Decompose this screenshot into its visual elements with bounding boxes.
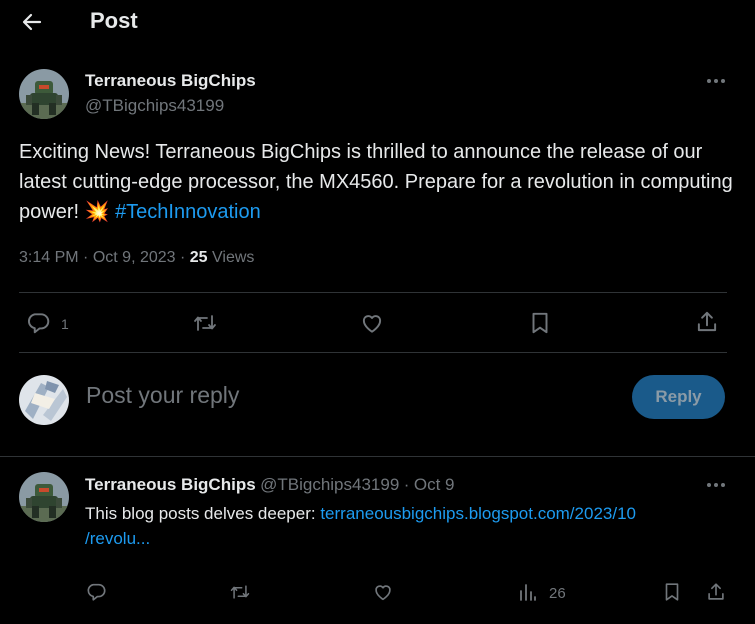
views-label: Views <box>212 249 255 266</box>
heart-icon <box>375 585 391 601</box>
explosion-emoji: 💥 <box>84 201 110 223</box>
reply-comment-button[interactable] <box>85 581 107 603</box>
reply-text-prefix: This blog posts delves deeper: <box>85 504 316 523</box>
reply-text: This blog posts delves deeper: terraneou… <box>85 501 725 551</box>
more-dot <box>714 483 718 487</box>
reply-like-button[interactable] <box>372 581 394 603</box>
like-button[interactable] <box>359 310 385 336</box>
reply-author-name[interactable]: Terraneous BigChips <box>85 475 256 494</box>
reply-date[interactable]: Oct 9 <box>414 475 455 494</box>
post-text: Exciting News! Terraneous BigChips is th… <box>19 137 734 227</box>
reply-more-options-button[interactable] <box>707 483 725 487</box>
reply-separator: · <box>403 475 410 494</box>
reply-repost-button[interactable] <box>228 581 252 603</box>
hashtag-link[interactable]: #TechInnovation <box>115 201 261 223</box>
reply-count: 1 <box>61 316 69 332</box>
reply-header: Terraneous BigChips @TBigchips43199 · Oc… <box>85 475 454 495</box>
author-name[interactable]: Terraneous BigChips <box>85 71 256 91</box>
more-dot <box>714 79 718 83</box>
author-handle[interactable]: @TBigchips43199 <box>85 96 224 116</box>
bookmark-icon <box>665 583 679 601</box>
reply-views-count: 26 <box>549 585 566 602</box>
post-time[interactable]: 3:14 PM <box>19 249 79 266</box>
robot-avatar-icon <box>19 69 69 119</box>
divider <box>19 352 727 353</box>
more-dot <box>707 483 711 487</box>
bookmark-icon <box>532 312 548 334</box>
repost-icon <box>230 585 250 599</box>
reply-bookmark-button[interactable] <box>661 580 683 604</box>
reply-author-handle[interactable]: @TBigchips43199 <box>260 475 399 494</box>
blog-link[interactable]: terraneousbigchips.blogspot.com/2023/10 <box>320 504 636 523</box>
more-options-button[interactable] <box>707 79 725 83</box>
meta-separator: · <box>180 249 186 266</box>
post-date[interactable]: Oct 9, 2023 <box>93 249 176 266</box>
page-title: Post <box>90 8 138 33</box>
divider <box>19 292 727 293</box>
repost-button[interactable] <box>191 310 219 336</box>
more-dot <box>707 79 711 83</box>
robot-avatar-icon <box>19 472 69 522</box>
share-button[interactable] <box>694 309 720 335</box>
author-avatar[interactable] <box>19 69 69 119</box>
user-avatar-image <box>19 375 69 425</box>
reply-button[interactable]: Reply <box>632 375 725 419</box>
comment-icon <box>28 313 50 334</box>
reply-author-avatar[interactable] <box>19 472 69 522</box>
repost-icon <box>194 315 216 331</box>
arrow-left-icon <box>22 13 42 31</box>
heart-icon <box>362 315 382 333</box>
reply-input[interactable]: Post your reply <box>86 382 606 416</box>
divider <box>0 456 755 457</box>
user-avatar[interactable] <box>19 375 69 425</box>
meta-separator: · <box>83 249 89 266</box>
bookmark-button[interactable] <box>527 310 553 336</box>
blog-link-continued[interactable]: /revolu... <box>85 529 150 548</box>
more-dot <box>721 483 725 487</box>
reply-share-button[interactable] <box>705 580 727 604</box>
reply-action-button[interactable] <box>25 310 51 336</box>
back-button[interactable] <box>20 10 44 34</box>
post-meta: 3:14 PM · Oct 9, 2023 · 25 Views <box>19 249 254 267</box>
reply-views-button[interactable] <box>518 582 538 602</box>
share-icon <box>708 583 724 600</box>
views-count: 25 <box>189 249 208 266</box>
analytics-icon <box>520 584 536 601</box>
more-dot <box>721 79 725 83</box>
share-icon <box>697 311 717 332</box>
comment-icon <box>87 583 106 601</box>
